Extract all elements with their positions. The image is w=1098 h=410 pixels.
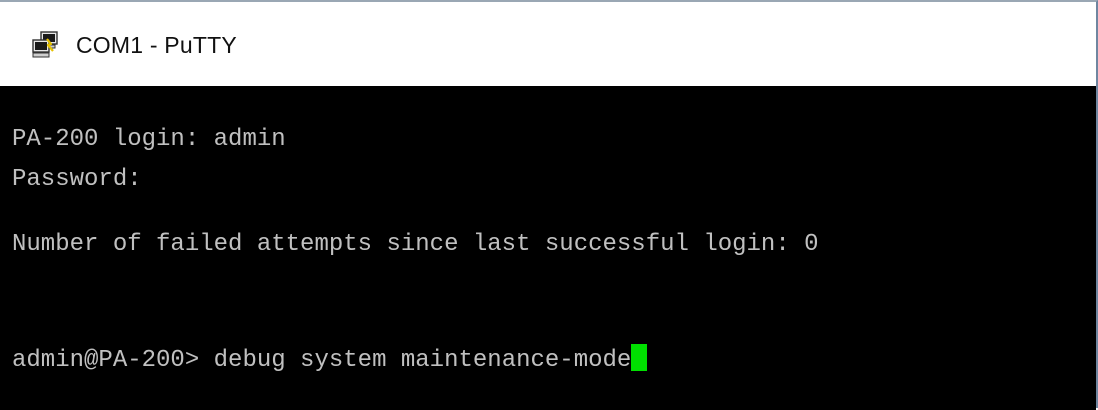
window-title: COM1 - PuTTY <box>76 32 237 58</box>
typed-command: debug system maintenance-mode <box>213 347 632 374</box>
shell-prompt: admin@PA-200> <box>12 347 214 374</box>
putty-window: COM1 - PuTTY PA-200 login: admin Passwor… <box>0 0 1098 410</box>
command-line[interactable]: admin@PA-200> debug system maintenance-m… <box>12 344 648 375</box>
terminal-area[interactable]: PA-200 login: admin Password: Number of … <box>0 86 1096 410</box>
title-bar[interactable]: COM1 - PuTTY <box>0 2 1096 86</box>
text-cursor <box>631 344 648 371</box>
terminal-line: Password: <box>12 166 142 193</box>
terminal-line: PA-200 login: admin <box>12 126 286 153</box>
terminal-line: Number of failed attempts since last suc… <box>12 231 819 258</box>
putty-icon[interactable] <box>30 30 60 60</box>
